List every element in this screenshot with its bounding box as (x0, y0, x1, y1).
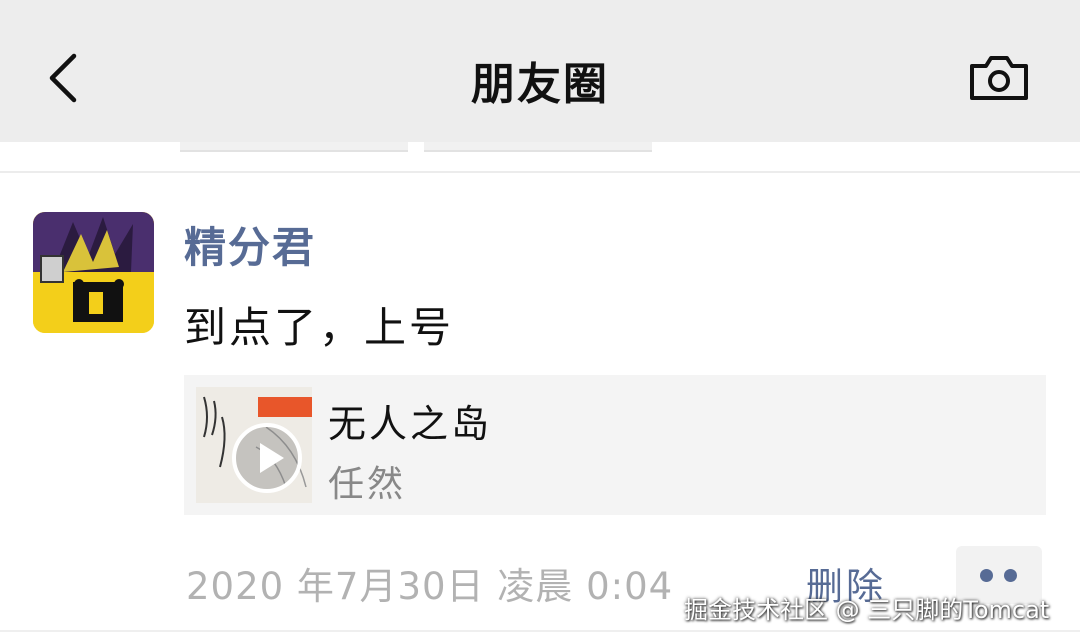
post-timestamp: 2020 年7月30日 凌晨 0:04 (186, 565, 674, 608)
camera-icon[interactable] (968, 54, 1030, 102)
username[interactable]: 精分君 (184, 214, 316, 275)
previous-post-thumbnail (424, 142, 652, 152)
song-artist: 任然 (328, 464, 407, 505)
navbar: 朋友圈 (0, 0, 1080, 142)
dot (980, 569, 993, 582)
play-icon[interactable] (232, 423, 302, 493)
dot (1004, 569, 1017, 582)
page-title: 朋友圈 (471, 59, 609, 110)
avatar[interactable] (33, 212, 154, 333)
avatar-image (33, 212, 154, 333)
previous-post-thumbnail (180, 142, 408, 152)
play-triangle (260, 443, 284, 473)
divider (0, 630, 1080, 632)
divider (0, 171, 1080, 173)
song-title: 无人之岛 (328, 402, 493, 446)
watermark: 掘金技术社区 @ 三只脚的Tomcat (684, 596, 1050, 624)
album-cover (196, 387, 312, 503)
post-text: 到点了，上号 (184, 303, 455, 352)
music-card[interactable]: 无人之岛 任然 (184, 375, 1046, 515)
